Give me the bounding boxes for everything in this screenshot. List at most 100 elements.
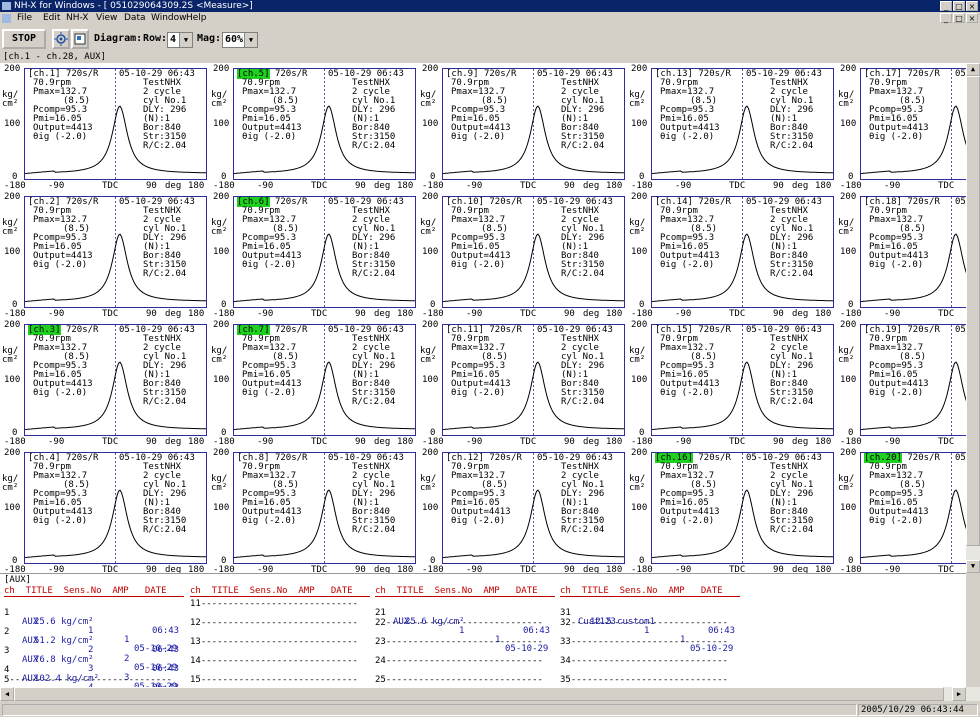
aux-row-empty[interactable]: 23-----------------------------	[375, 638, 555, 647]
row-select[interactable]: 4 ▼	[167, 32, 193, 48]
channel-plot-cell[interactable]: 200 kg/ cm² 100 0 [ch.17] 720s/R 05-10-2…	[838, 65, 966, 193]
aux-row-empty[interactable]: 11-----------------------------	[190, 600, 370, 609]
channel-plot-cell[interactable]: 200 kg/ cm² 100 0 [ch.15] 720s/R 05-10-2…	[629, 321, 838, 449]
waveform-plot[interactable]: [ch.12] 720s/R 05-10-29 06:43 70.9rpm Te…	[442, 452, 625, 564]
waveform-plot[interactable]: [ch.5] 720s/R 05-10-29 06:43 70.9rpm Tes…	[233, 68, 416, 180]
channel-plot-cell[interactable]: 200 kg/ cm² 100 0 [ch.1] 720s/R 05-10-29…	[2, 65, 211, 193]
channel-plot-cell[interactable]: 200 kg/ cm² 100 0 [ch.14] 720s/R 05-10-2…	[629, 193, 838, 321]
channel-plot-cell[interactable]: 200 kg/ cm² 100 0 [ch.10] 720s/R 05-10-2…	[420, 193, 629, 321]
aux-row-empty[interactable]: 25-----------------------------	[375, 676, 555, 685]
channel-plot-cell[interactable]: 200 kg/ cm² 100 0 [ch.8] 720s/R 05-10-29…	[211, 449, 420, 573]
doc-close-button[interactable]: ×	[966, 13, 978, 23]
waveform-plot[interactable]: [ch.13] 720s/R 05-10-29 06:43 70.9rpm Te…	[651, 68, 834, 180]
channel-plot-cell[interactable]: 200 kg/ cm² 100 0 [ch.4] 720s/R 05-10-29…	[2, 449, 211, 573]
aux-row-empty[interactable]: 24-----------------------------	[375, 657, 555, 666]
mag-select[interactable]: 60% ▼	[222, 32, 258, 48]
aux-row-empty[interactable]: 33-----------------------------	[560, 638, 740, 647]
waveform-plot[interactable]: [ch.14] 720s/R 05-10-29 06:43 70.9rpm Te…	[651, 196, 834, 308]
waveform-plot[interactable]: [ch.9] 720s/R 05-10-29 06:43 70.9rpm Tes…	[442, 68, 625, 180]
doc-minimize-button[interactable]: _	[940, 13, 952, 23]
menu-edit[interactable]: Edit	[43, 12, 60, 25]
y-tick-label: 100	[631, 119, 648, 129]
y-tick-label: 200	[422, 64, 439, 74]
channel-plot-cell[interactable]: 200 kg/ cm² 100 0 [ch.6] 720s/R 05-10-29…	[211, 193, 420, 321]
x-axis-unit: deg	[165, 437, 182, 447]
doc-restore-button[interactable]: □	[953, 13, 965, 23]
aux-row-empty[interactable]: 13-----------------------------	[190, 638, 370, 647]
horizontal-scrollbar[interactable]: ◀ ▶	[0, 687, 980, 701]
waveform-plot[interactable]: [ch.1] 720s/R 05-10-29 06:43 70.9rpm Tes…	[24, 68, 207, 180]
y-unit-label: cm²	[420, 99, 437, 109]
channel-plot-cell[interactable]: 200 kg/ cm² 100 0 [ch.2] 720s/R 05-10-29…	[2, 193, 211, 321]
aux-row-empty[interactable]: 32-----------------------------	[560, 619, 740, 628]
menu-view[interactable]: View	[96, 12, 117, 25]
waveform-plot[interactable]: [ch.17] 720s/R 05-10-29 06:43 70.9rpm Te…	[860, 68, 966, 180]
channel-plot-cell[interactable]: 200 kg/ cm² 100 0 [ch.12] 720s/R 05-10-2…	[420, 449, 629, 573]
x-tick-label: -180	[213, 437, 235, 447]
channel-plot-cell[interactable]: 200 kg/ cm² 100 0 [ch.7] 720s/R 05-10-29…	[211, 321, 420, 449]
x-tick-label: 180	[815, 309, 832, 319]
chevron-down-icon[interactable]: ▼	[179, 33, 192, 47]
stop-button[interactable]: STOP	[2, 29, 46, 49]
channel-plot-cell[interactable]: 200 kg/ cm² 100 0 [ch.5] 720s/R 05-10-29…	[211, 65, 420, 193]
vertical-scrollbar[interactable]: ▲ ▼	[966, 63, 980, 573]
scroll-left-icon[interactable]: ◀	[0, 687, 14, 701]
y-unit-label: cm²	[211, 355, 228, 365]
x-tick-label: 180	[606, 181, 623, 191]
x-tick-label: -90	[466, 181, 483, 191]
channel-range-label: [ch.1 - ch.28, AUX]	[3, 52, 106, 62]
menu-data[interactable]: Data	[124, 12, 146, 25]
waveform-plot[interactable]: [ch.15] 720s/R 05-10-29 06:43 70.9rpm Te…	[651, 324, 834, 436]
channel-plot-cell[interactable]: 200 kg/ cm² 100 0 [ch.3] 720s/R 05-10-29…	[2, 321, 211, 449]
channel-plot-cell[interactable]: 200 kg/ cm² 100 0 [ch.19] 720s/R 05-10-2…	[838, 321, 966, 449]
channel-plot-cell[interactable]: 200 kg/ cm² 100 0 [ch.11] 720s/R 05-10-2…	[420, 321, 629, 449]
menu-file[interactable]: File	[17, 12, 32, 25]
close-button[interactable]: ×	[966, 1, 978, 11]
channel-plot-cell[interactable]: 200 kg/ cm² 100 0 [ch.18] 720s/R 05-10-2…	[838, 193, 966, 321]
waveform-plot[interactable]: [ch.6] 720s/R 05-10-29 06:43 70.9rpm Tes…	[233, 196, 416, 308]
scroll-thumb[interactable]	[966, 76, 980, 546]
window-title: NH-X for Windows - [ 051029064309.2S <Me…	[14, 1, 253, 11]
waveform-plot[interactable]: [ch.11] 720s/R 05-10-29 06:43 70.9rpm Te…	[442, 324, 625, 436]
waveform-plot[interactable]: [ch.8] 720s/R 05-10-29 06:43 70.9rpm Tes…	[233, 452, 416, 564]
waveform-plot[interactable]: [ch.10] 720s/R 05-10-29 06:43 70.9rpm Te…	[442, 196, 625, 308]
aux-row-empty[interactable]: 34-----------------------------	[560, 657, 740, 666]
waveform-plot[interactable]: [ch.20] 720s/R 05-10-29 06:43 70.9rpm Te…	[860, 452, 966, 564]
aux-row-empty[interactable]: 14-----------------------------	[190, 657, 370, 666]
hscroll-thumb[interactable]	[14, 687, 944, 701]
ignition-value: θig (-2.0)	[869, 516, 924, 526]
menu-help[interactable]: Help	[186, 12, 207, 25]
menu-window[interactable]: Window	[151, 12, 187, 25]
x-tick-label: TDC	[311, 565, 328, 574]
channel-plot-cell[interactable]: 200 kg/ cm² 100 0 [ch.16] 720s/R 05-10-2…	[629, 449, 838, 573]
waveform-plot[interactable]: [ch.3] 720s/R 05-10-29 06:43 70.9rpm Tes…	[24, 324, 207, 436]
document-icon[interactable]	[2, 14, 11, 23]
menu-nhx[interactable]: NH-X	[66, 12, 88, 25]
scroll-down-icon[interactable]: ▼	[966, 560, 980, 573]
waveform-plot[interactable]: [ch.4] 720s/R 05-10-29 06:43 70.9rpm Tes…	[24, 452, 207, 564]
channel-plot-cell[interactable]: 200 kg/ cm² 100 0 [ch.9] 720s/R 05-10-29…	[420, 65, 629, 193]
waveform-plot[interactable]: [ch.16] 720s/R 05-10-29 06:43 70.9rpm Te…	[651, 452, 834, 564]
channel-plot-cell[interactable]: 200 kg/ cm² 100 0 [ch.13] 720s/R 05-10-2…	[629, 65, 838, 193]
waveform-plot[interactable]: [ch.18] 720s/R 05-10-29 06:43 70.9rpm Te…	[860, 196, 966, 308]
ignition-value: θig (-2.0)	[33, 260, 88, 270]
x-tick-label: TDC	[311, 309, 328, 319]
x-tick-label: TDC	[102, 437, 119, 447]
aux-row-empty[interactable]: 35-----------------------------	[560, 676, 740, 685]
layout-icon[interactable]	[71, 29, 89, 49]
y-unit-label: cm²	[838, 99, 855, 109]
waveform-plot[interactable]: [ch.2] 720s/R 05-10-29 06:43 70.9rpm Tes…	[24, 196, 207, 308]
restore-button[interactable]: □	[953, 1, 965, 11]
aux-row-empty[interactable]: 5------------------------------	[4, 676, 184, 685]
minimize-button[interactable]: _	[940, 1, 952, 11]
waveform-plot[interactable]: [ch.19] 720s/R 05-10-29 06:43 70.9rpm Te…	[860, 324, 966, 436]
waveform-plot[interactable]: [ch.7] 720s/R 05-10-29 06:43 70.9rpm Tes…	[233, 324, 416, 436]
scroll-right-icon[interactable]: ▶	[952, 687, 966, 701]
aux-row-empty[interactable]: 15-----------------------------	[190, 676, 370, 685]
settings-icon[interactable]	[52, 29, 70, 49]
aux-row-empty[interactable]: 12-----------------------------	[190, 619, 370, 628]
aux-row-empty[interactable]: 22-----------------------------	[375, 619, 555, 628]
chevron-down-icon[interactable]: ▼	[244, 33, 257, 47]
channel-plot-cell[interactable]: 200 kg/ cm² 100 0 [ch.20] 720s/R 05-10-2…	[838, 449, 966, 573]
scroll-up-icon[interactable]: ▲	[966, 63, 980, 76]
